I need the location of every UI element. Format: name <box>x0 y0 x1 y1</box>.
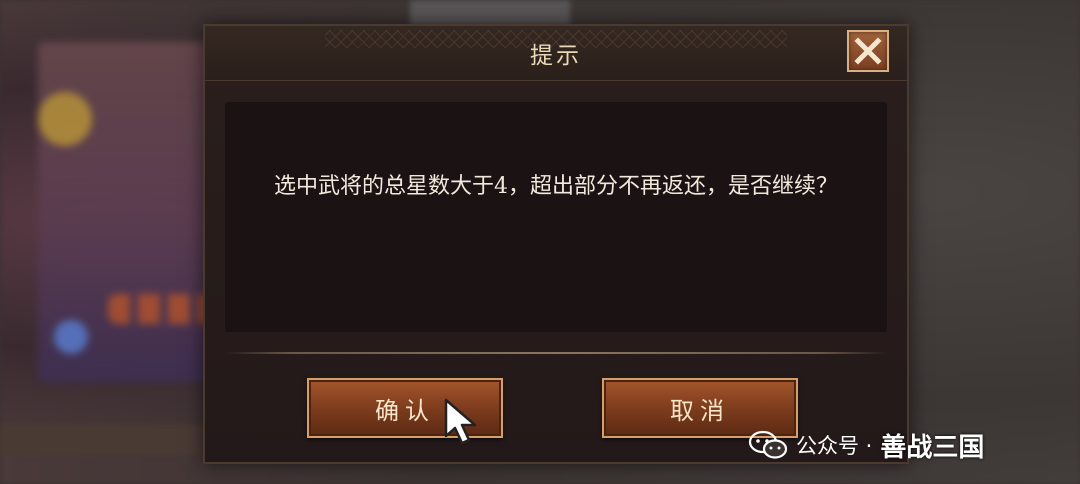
message-panel: 选中武将的总星数大于4，超出部分不再返还，是否继续？ <box>225 102 887 332</box>
background-top-tab <box>410 0 570 26</box>
confirm-dialog: 提示 选中武将的总星数大于4，超出部分不再返还，是否继续？ 确认 取消 <box>203 24 909 464</box>
mouse-cursor-icon <box>444 398 477 445</box>
dialog-divider <box>225 352 887 354</box>
gold-medal-icon <box>38 92 92 146</box>
watermark: 公众号 · 善战三国 <box>748 425 984 465</box>
close-button[interactable] <box>847 30 889 72</box>
wechat-icon <box>748 430 788 459</box>
dialog-title-bar: 提示 <box>205 26 907 81</box>
watermark-prefix: 公众号 · <box>796 434 873 458</box>
background-strip <box>0 425 210 455</box>
close-icon <box>854 37 882 65</box>
faction-badge-icon <box>54 320 88 354</box>
watermark-brand: 善战三国 <box>880 432 985 463</box>
dialog-message: 选中武将的总星数大于4，超出部分不再返还，是否继续？ <box>274 174 838 199</box>
dialog-title: 提示 <box>530 43 582 69</box>
